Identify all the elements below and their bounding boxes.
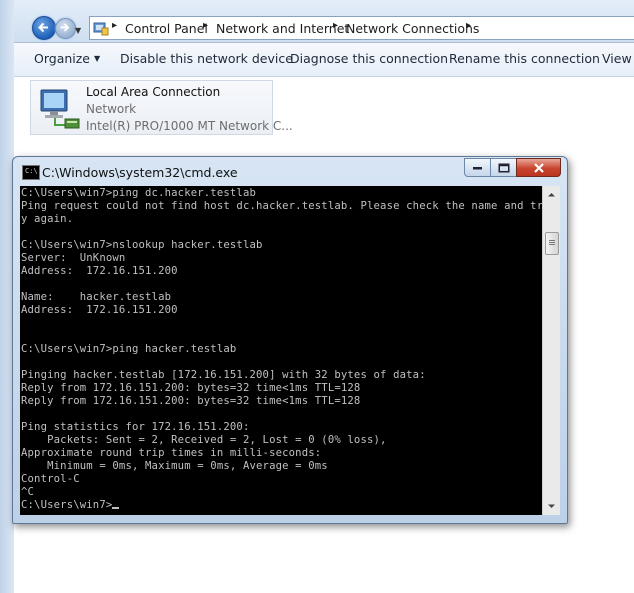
console-line: Packets: Sent = 2, Received = 2, Lost = … — [47, 434, 387, 446]
organize-menu-button[interactable]: Organize ▼ — [34, 51, 100, 66]
console-prompt: C:\Users\win7> — [21, 499, 113, 511]
console-line: Name: hacker.testlab — [21, 291, 172, 303]
minimize-button[interactable] — [464, 158, 491, 177]
cmd-window[interactable]: C:\ C:\Windows\system32\cmd.exe C:\Users… — [12, 156, 568, 524]
console-line: Address: 172.16.151.200 — [21, 304, 178, 316]
vertical-scrollbar[interactable] — [542, 186, 560, 515]
console-line: C:\Users\win7>ping hacker.testlab — [21, 343, 237, 355]
console-line: Approximate round trip times in milli-se… — [21, 447, 322, 459]
minimize-icon — [472, 166, 482, 169]
disable-network-device-button[interactable]: Disable this network device — [120, 51, 293, 66]
chevron-up-icon — [548, 193, 555, 197]
rename-connection-button[interactable]: Rename this connection — [449, 51, 600, 66]
connection-item-local-area[interactable]: Local Area Connection Network Intel(R) P… — [30, 80, 293, 135]
console-line: Ping request could not find host dc.hack… — [21, 200, 542, 212]
back-button[interactable] — [32, 16, 56, 40]
console-line: Pinging hacker.testlab [172.16.151.200] … — [21, 369, 426, 381]
forward-button[interactable] — [55, 18, 76, 39]
console-history: C:\Users\win7>ping dc.hacker.testlab Pin… — [21, 187, 542, 498]
arrow-right-icon — [60, 23, 70, 32]
grip-line — [549, 240, 555, 241]
control-panel-icon — [93, 22, 109, 36]
scroll-thumb[interactable] — [545, 232, 559, 255]
scroll-up-button[interactable] — [543, 186, 560, 203]
console-line: Minimum = 0ms, Maximum = 0ms, Average = … — [47, 460, 328, 472]
network-adapter-icon — [40, 89, 80, 129]
text-cursor — [112, 507, 120, 509]
console-line: Ping statistics for 172.16.151.200: — [21, 421, 250, 433]
console-line: ^C — [21, 486, 35, 498]
maximize-icon — [498, 163, 509, 172]
console-line: Address: 172.16.151.200 — [21, 265, 178, 277]
chevron-down-icon — [548, 504, 555, 508]
cmd-window-icon[interactable]: C:\ — [22, 165, 40, 180]
connection-device: Intel(R) PRO/1000 MT Network C... — [86, 119, 293, 133]
address-bar[interactable]: ▸ Control Panel ▸ Network and Internet ▸… — [89, 16, 634, 40]
arrow-left-icon — [38, 22, 48, 33]
recent-pages-dropdown[interactable]: ▼ — [75, 26, 81, 35]
view-status-button[interactable]: View s — [602, 51, 634, 66]
close-icon — [533, 162, 544, 173]
console-line: Server: UnKnown — [21, 252, 126, 264]
close-button[interactable] — [516, 158, 561, 177]
command-bar: Organize ▼ Disable this network device Di… — [14, 43, 634, 77]
grip-line — [549, 244, 555, 245]
breadcrumb-network-and-internet[interactable]: Network and Internet — [216, 21, 349, 36]
console-line: y again. — [21, 213, 74, 225]
chevron-right-icon[interactable]: ▸ — [112, 20, 117, 31]
grip-line — [549, 242, 555, 243]
navigation-bar: ▼ ▸ Control Panel ▸ Network and Internet… — [14, 0, 634, 43]
maximize-button[interactable] — [490, 158, 517, 177]
chevron-right-icon[interactable]: ▸ — [333, 20, 338, 31]
connection-status: Network — [86, 102, 137, 116]
diagnose-connection-button[interactable]: Diagnose this connection — [290, 51, 448, 66]
console-line: C:\Users\win7>nslookup hacker.testlab — [21, 239, 263, 251]
connection-name: Local Area Connection — [86, 85, 221, 99]
organize-label: Organize — [34, 51, 90, 66]
breadcrumb-control-panel[interactable]: Control Panel — [125, 21, 208, 36]
console-line: C:\Users\win7>ping dc.hacker.testlab — [21, 187, 257, 199]
chevron-right-icon[interactable]: ▸ — [203, 20, 208, 31]
cmd-icon-text: C:\ — [25, 167, 38, 175]
console-line: Reply from 172.16.151.200: bytes=32 time… — [21, 395, 361, 407]
console-output[interactable]: C:\Users\win7>ping dc.hacker.testlab Pin… — [20, 186, 542, 515]
scroll-down-button[interactable] — [543, 498, 560, 515]
caret-down-icon: ▼ — [94, 54, 101, 63]
console-line: Reply from 172.16.151.200: bytes=32 time… — [21, 382, 361, 394]
caption-buttons — [464, 158, 561, 177]
console-text: C:\Users\win7>ping dc.hacker.testlab Pin… — [20, 186, 542, 512]
console-line: Control-C — [21, 473, 80, 485]
breadcrumb-network-connections[interactable]: Network Connections — [346, 21, 479, 36]
cmd-window-title: C:\Windows\system32\cmd.exe — [42, 165, 238, 180]
chevron-right-icon[interactable]: ▸ — [466, 20, 471, 31]
